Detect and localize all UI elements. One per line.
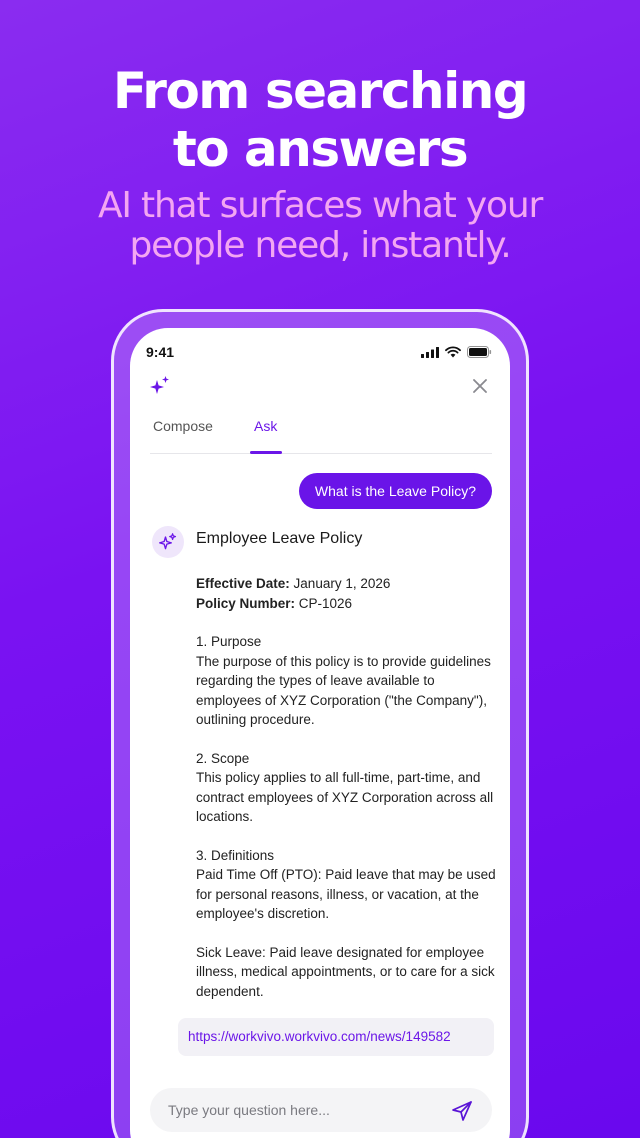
close-icon[interactable] (470, 376, 490, 396)
signal-icon (421, 346, 439, 358)
status-icons (421, 346, 492, 358)
tab-ask[interactable]: Ask (254, 418, 277, 434)
headline-line-1: From searching (112, 62, 529, 120)
headline-line-2: to answers (172, 120, 469, 178)
question-input[interactable] (168, 1088, 438, 1132)
scope-text: This policy applies to all full-time, pa… (196, 770, 494, 824)
purpose-text: The purpose of this policy is to provide… (196, 653, 491, 728)
question-input-bar (150, 1088, 492, 1132)
definitions-heading: 3. Definitions (196, 847, 275, 863)
tab-bar: Compose Ask (150, 412, 492, 454)
send-icon[interactable] (450, 1099, 474, 1123)
tab-compose[interactable]: Compose (153, 418, 213, 434)
battery-icon (467, 346, 492, 358)
phone-screen: 9:41 Compose Ask What is the Leave Polic… (130, 328, 510, 1138)
user-message-bubble: What is the Leave Policy? (298, 473, 492, 509)
hero-subhead: AI that surfaces what your people need, … (0, 186, 640, 266)
effective-date: Effective Date: January 1, 2026 (196, 576, 391, 591)
source-link[interactable]: https://workvivo.workvivo.com/news/14958… (178, 1018, 494, 1056)
active-tab-indicator (250, 451, 282, 454)
pto-definition: Paid Time Off (PTO): Paid leave that may… (196, 867, 496, 921)
subhead-line-2: people need, instantly. (129, 225, 511, 266)
subhead-line-1: AI that surfaces what your (97, 185, 543, 226)
ai-answer: Employee Leave Policy Effective Date: Ja… (196, 528, 496, 1001)
scope-heading: 2. Scope (196, 750, 250, 766)
sparkle-icon (159, 533, 177, 550)
sick-leave-definition: Sick Leave: Paid leave designated for em… (196, 944, 495, 999)
hero-headline: From searching to answers (0, 62, 640, 178)
wifi-icon (445, 346, 461, 358)
status-time: 9:41 (146, 344, 175, 360)
sparkle-icon (150, 376, 169, 394)
policy-number: Policy Number: CP-1026 (196, 595, 353, 611)
answer-title: Employee Leave Policy (196, 530, 363, 547)
purpose-heading: 1. Purpose (196, 634, 262, 649)
ai-avatar (152, 526, 184, 558)
